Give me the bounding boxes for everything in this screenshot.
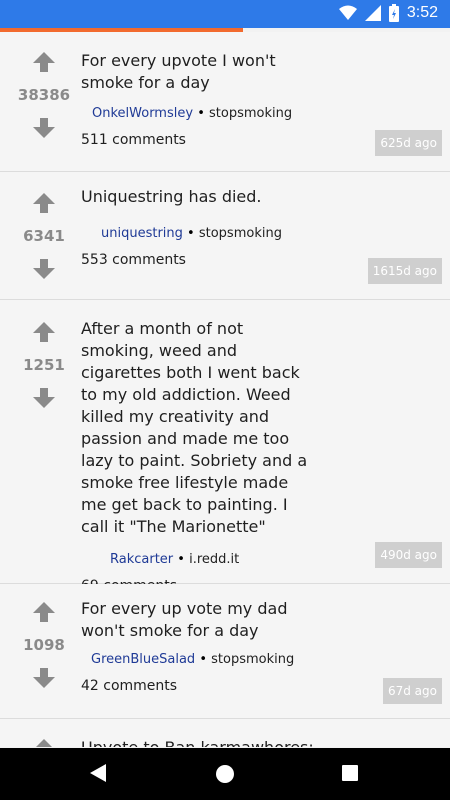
- post-age-badge: 1615d ago: [367, 258, 442, 284]
- post-source[interactable]: stopsmoking: [199, 226, 282, 241]
- post-title[interactable]: Uniquestring has died.: [81, 172, 316, 208]
- home-circle-icon[interactable]: [214, 763, 236, 785]
- vote-controls: 6341: [0, 191, 88, 281]
- back-triangle-icon[interactable]: [88, 762, 108, 784]
- upvote-arrow-icon[interactable]: [31, 320, 57, 344]
- battery-icon: [388, 4, 399, 22]
- post-title[interactable]: For every upvote I won't smoke for a day: [81, 32, 316, 94]
- post-source[interactable]: i.redd.it: [189, 552, 239, 567]
- post-age-badge: 625d ago: [375, 130, 442, 156]
- meta-separator: •: [187, 226, 195, 241]
- meta-separator: •: [177, 552, 185, 567]
- post-author[interactable]: OnkelWormsley: [92, 106, 193, 121]
- downvote-arrow-icon[interactable]: [31, 116, 57, 140]
- post-item[interactable]: 38386 For every upvote I won't smoke for…: [0, 32, 450, 172]
- post-title[interactable]: For every up vote my dad won't smoke for…: [81, 584, 316, 642]
- post-item[interactable]: 6341 Uniquestring has died. uniquestring…: [0, 172, 450, 300]
- post-content[interactable]: Upvote to Ban karmawhores:: [81, 719, 450, 747]
- vote-controls: [0, 737, 88, 747]
- status-time: 3:52: [406, 4, 438, 21]
- post-score: 1098: [23, 636, 65, 654]
- navigation-bar: [0, 748, 450, 800]
- post-age-badge: 67d ago: [382, 678, 442, 704]
- downvote-arrow-icon[interactable]: [31, 666, 57, 690]
- post-title[interactable]: After a month of not smoking, weed and c…: [81, 300, 316, 538]
- status-icons: 3:52: [338, 4, 438, 22]
- post-source[interactable]: stopsmoking: [209, 106, 292, 121]
- upvote-arrow-icon[interactable]: [31, 737, 57, 747]
- post-score: 6341: [23, 227, 65, 245]
- post-title[interactable]: Upvote to Ban karmawhores:: [81, 719, 316, 747]
- signal-icon: [364, 5, 381, 21]
- post-item[interactable]: 1251 After a month of not smoking, weed …: [0, 300, 450, 594]
- post-score: 1251: [23, 356, 65, 374]
- meta-separator: •: [197, 106, 205, 121]
- vote-controls: 1251: [0, 320, 88, 410]
- meta-separator: •: [199, 652, 207, 667]
- post-author[interactable]: uniquestring: [101, 226, 183, 241]
- post-content[interactable]: Uniquestring has died. uniquestring • st…: [81, 172, 450, 268]
- post-source[interactable]: stopsmoking: [211, 652, 294, 667]
- upvote-arrow-icon[interactable]: [31, 600, 57, 624]
- post-item[interactable]: Upvote to Ban karmawhores:: [0, 719, 450, 747]
- post-meta: GreenBlueSalad • stopsmoking: [81, 652, 440, 667]
- downvote-arrow-icon[interactable]: [31, 257, 57, 281]
- post-feed[interactable]: 38386 For every upvote I won't smoke for…: [0, 32, 450, 747]
- post-author[interactable]: Rakcarter: [110, 552, 173, 567]
- vote-controls: 38386: [0, 50, 88, 140]
- post-meta: OnkelWormsley • stopsmoking: [81, 106, 440, 121]
- status-bar: 3:52: [0, 0, 450, 28]
- downvote-arrow-icon[interactable]: [31, 386, 57, 410]
- post-author[interactable]: GreenBlueSalad: [91, 652, 195, 667]
- vote-controls: 1098: [0, 600, 88, 690]
- post-age-badge: 490d ago: [375, 542, 442, 568]
- upvote-arrow-icon[interactable]: [31, 191, 57, 215]
- post-meta: uniquestring • stopsmoking: [81, 226, 440, 241]
- post-item[interactable]: 1098 For every up vote my dad won't smok…: [0, 584, 450, 719]
- post-score: 38386: [17, 86, 71, 104]
- wifi-icon: [338, 5, 357, 20]
- upvote-arrow-icon[interactable]: [31, 50, 57, 74]
- recents-square-icon[interactable]: [341, 764, 359, 782]
